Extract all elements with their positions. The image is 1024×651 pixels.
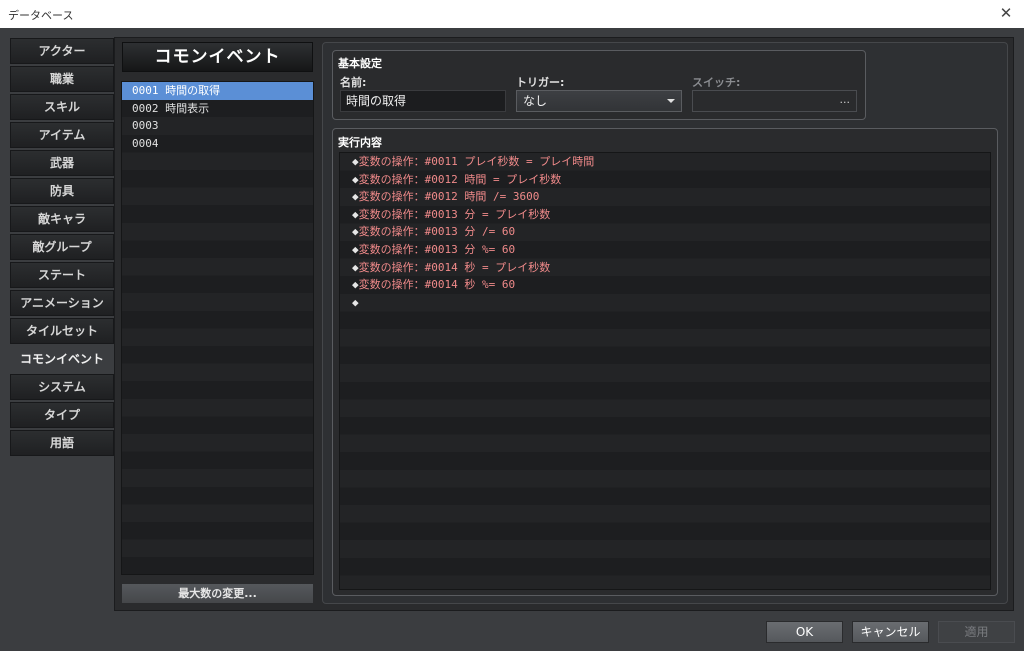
- common-event-header: コモンイベント: [122, 42, 313, 72]
- switch-selector[interactable]: ...: [692, 90, 857, 112]
- diamond-icon: ◆: [352, 207, 359, 221]
- tab-8[interactable]: ステート: [10, 262, 114, 288]
- common-event-item[interactable]: 0001 時間の取得: [122, 82, 313, 100]
- diamond-icon: ◆: [352, 242, 359, 256]
- chevron-down-icon: [667, 99, 675, 103]
- name-label: 名前:: [340, 76, 367, 89]
- tab-2[interactable]: スキル: [10, 94, 114, 120]
- command-text: 変数の操作：#0012 時間 /= 3600: [358, 190, 540, 204]
- diamond-icon: ◆: [352, 225, 359, 239]
- command-text: 変数の操作：#0014 秒 %= 60: [358, 278, 516, 292]
- tab-14[interactable]: 用語: [10, 430, 114, 456]
- tab-6[interactable]: 敵キャラ: [10, 206, 114, 232]
- trigger-value: なし: [523, 94, 548, 108]
- command-row[interactable]: ◆変数の操作：#0012 時間 /= 3600: [340, 188, 990, 206]
- trigger-select[interactable]: なし: [516, 90, 682, 112]
- command-text: 変数の操作：#0013 分 /= 60: [358, 225, 516, 239]
- tab-13[interactable]: タイプ: [10, 402, 114, 428]
- command-text: 変数の操作：#0013 分 %= 60: [358, 242, 516, 256]
- common-event-list[interactable]: 0001 時間の取得 0002 時間表示 0003 0004: [121, 81, 314, 575]
- command-row[interactable]: ◆変数の操作：#0013 分 = プレイ秒数: [340, 206, 990, 224]
- command-row[interactable]: ◆変数の操作：#0014 秒 %= 60: [340, 276, 990, 294]
- name-input[interactable]: 時間の取得: [340, 90, 506, 112]
- tab-9[interactable]: アニメーション: [10, 290, 114, 316]
- close-icon[interactable]: ✕: [996, 3, 1016, 23]
- diamond-icon: ◆: [352, 172, 359, 186]
- diamond-icon: ◆: [352, 278, 359, 292]
- command-text: 変数の操作：#0011 プレイ秒数 = プレイ時間: [358, 155, 595, 168]
- diamond-icon: ◆: [352, 155, 359, 168]
- title-bar: データベース ✕: [0, 0, 1024, 28]
- basic-settings-title: 基本設定: [338, 57, 382, 70]
- command-row[interactable]: ◆変数の操作：#0014 秒 = プレイ秒数: [340, 259, 990, 277]
- cancel-button[interactable]: キャンセル: [852, 621, 929, 643]
- diamond-icon: ◆: [352, 295, 359, 309]
- change-maximum-button[interactable]: 最大数の変更...: [121, 583, 314, 604]
- trigger-label: トリガー:: [516, 76, 565, 89]
- command-row[interactable]: ◆変数の操作：#0013 分 %= 60: [340, 241, 990, 259]
- switch-label: スイッチ:: [692, 76, 741, 89]
- command-row[interactable]: ◆変数の操作：#0013 分 /= 60: [340, 223, 990, 241]
- tab-3[interactable]: アイテム: [10, 122, 114, 148]
- tab-7[interactable]: 敵グループ: [10, 234, 114, 260]
- command-text: 変数の操作：#0013 分 = プレイ秒数: [358, 207, 551, 221]
- command-row[interactable]: ◆: [340, 294, 990, 312]
- tab-12[interactable]: システム: [10, 374, 114, 400]
- tab-5[interactable]: 防具: [10, 178, 114, 204]
- contents-title: 実行内容: [338, 136, 382, 149]
- tab-11[interactable]: コモンイベント: [10, 346, 114, 372]
- common-event-item[interactable]: 0004: [122, 135, 313, 153]
- command-list[interactable]: ◆変数の操作：#0011 プレイ秒数 = プレイ時間 ◆変数の操作：#0012 時…: [339, 152, 991, 590]
- command-row[interactable]: ◆変数の操作：#0011 プレイ秒数 = プレイ時間: [340, 153, 990, 171]
- ok-button[interactable]: OK: [766, 621, 843, 643]
- command-text: 変数の操作：#0014 秒 = プレイ秒数: [358, 260, 551, 274]
- database-tabs: アクター 職業 スキル アイテム 武器 防具 敵キャラ 敵グループ ステート アニメーション タイル…: [10, 38, 114, 458]
- diamond-icon: ◆: [352, 260, 359, 274]
- tab-1[interactable]: 職業: [10, 66, 114, 92]
- common-event-item[interactable]: 0002 時間表示: [122, 100, 313, 118]
- diamond-icon: ◆: [352, 190, 359, 204]
- tab-0[interactable]: アクター: [10, 38, 114, 64]
- apply-button[interactable]: 適用: [938, 621, 1015, 643]
- command-row[interactable]: ◆変数の操作：#0012 時間 = プレイ秒数: [340, 171, 990, 189]
- window-title: データベース: [8, 9, 74, 22]
- tab-4[interactable]: 武器: [10, 150, 114, 176]
- common-event-item[interactable]: 0003: [122, 117, 313, 135]
- ellipsis-icon[interactable]: ...: [840, 93, 851, 106]
- command-text: 変数の操作：#0012 時間 = プレイ秒数: [358, 172, 562, 186]
- tab-10[interactable]: タイルセット: [10, 318, 114, 344]
